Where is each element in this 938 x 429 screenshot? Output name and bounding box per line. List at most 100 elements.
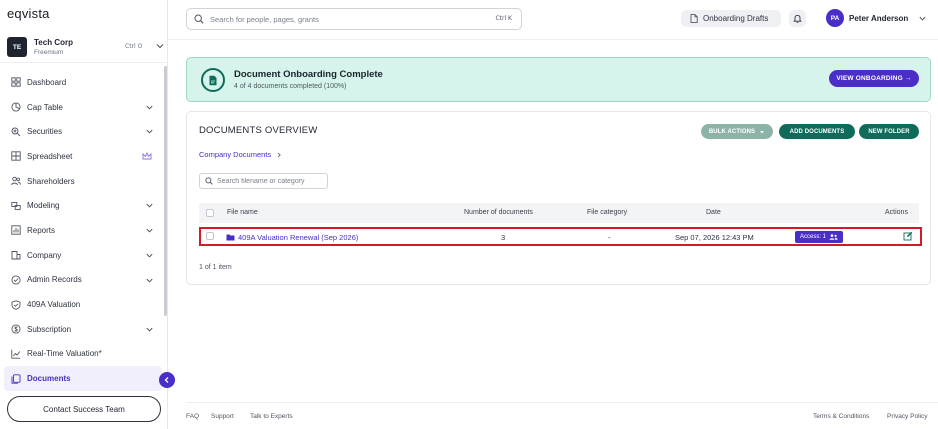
drafts-label: Onboarding Drafts (703, 14, 769, 23)
footer-link-support[interactable]: Support (211, 413, 234, 420)
onboarding-drafts-button[interactable]: Onboarding Drafts (681, 10, 781, 27)
row-checkbox[interactable] (206, 232, 214, 240)
footer-link-talk-to-experts[interactable]: Talk to Experts (250, 413, 293, 420)
banner-subtitle: 4 of 4 documents completed (100%) (234, 83, 347, 90)
add-documents-button[interactable]: ADD DOCUMENTS (779, 124, 855, 139)
sidebar-item-409a-valuation[interactable]: 409A Valuation (4, 292, 162, 317)
user-name: Peter Anderson (849, 13, 909, 23)
table-header: File name Number of documents File categ… (199, 203, 919, 223)
chevron-down-icon (146, 130, 153, 134)
footer-link-faq[interactable]: FAQ (186, 413, 199, 420)
avatar: PA (826, 9, 844, 27)
pie-chart-icon (11, 102, 21, 112)
file-name[interactable]: 409A Valuation Renewal (Sep 2026) (238, 233, 358, 242)
sidebar-nav: Dashboard Cap Table Securities Spreadshe… (4, 70, 162, 391)
sidebar-item-label: Real-Time Valuation* (27, 349, 102, 359)
file-name-cell[interactable]: 409A Valuation Renewal (Sep 2026) (226, 233, 358, 242)
page-title: DOCUMENTS OVERVIEW (199, 125, 318, 136)
document-check-icon (201, 68, 225, 92)
sidebar-item-admin-records[interactable]: Admin Records (4, 268, 162, 293)
banner-title: Document Onboarding Complete (234, 69, 383, 80)
sidebar-item-label: Shareholders (27, 176, 75, 186)
sidebar-item-company[interactable]: Company (4, 243, 162, 268)
shield-check-icon (11, 299, 21, 310)
securities-icon (11, 127, 21, 137)
sidebar-item-shareholders[interactable]: Shareholders (4, 169, 162, 194)
breadcrumb[interactable]: Company Documents (199, 150, 282, 159)
document-filter[interactable] (199, 173, 328, 189)
sidebar-item-securities[interactable]: Securities (4, 119, 162, 144)
divider (0, 62, 168, 63)
column-file-category[interactable]: File category (587, 209, 627, 216)
sidebar-item-subscription[interactable]: Subscription (4, 317, 162, 342)
dashboard-icon (11, 77, 21, 87)
crown-icon (142, 152, 152, 160)
contact-success-team-button[interactable]: Contact Success Team (7, 396, 161, 422)
reports-icon (11, 225, 21, 236)
bell-icon (793, 14, 802, 23)
column-number-of-documents[interactable]: Number of documents (464, 209, 533, 216)
pagination-summary: 1 of 1 item (199, 264, 232, 271)
divider (186, 402, 938, 403)
chevron-down-icon (146, 105, 153, 110)
documents-overview-card: DOCUMENTS OVERVIEW BULK ACTIONS ADD DOCU… (186, 111, 931, 285)
footer-link-privacy[interactable]: Privacy Policy (887, 413, 927, 420)
sidebar-scrollbar[interactable] (164, 66, 167, 316)
column-file-name[interactable]: File name (227, 209, 258, 216)
eqvista-logo[interactable]: eqvista (7, 6, 50, 21)
search-icon (194, 14, 204, 24)
footer-link-terms[interactable]: Terms & Conditions (813, 413, 869, 420)
modeling-icon (11, 201, 21, 211)
admin-records-icon (11, 275, 21, 285)
divider (168, 39, 938, 40)
sidebar-item-label: Dashboard (27, 77, 67, 87)
sidebar-item-spreadsheet[interactable]: Spreadsheet (4, 144, 162, 169)
search-shortcut: Ctrl K (495, 15, 512, 22)
chevron-down-icon (146, 204, 153, 208)
chevron-down-icon (146, 228, 153, 233)
sidebar-item-modeling[interactable]: Modeling (4, 193, 162, 218)
users-icon (11, 176, 21, 186)
sidebar-item-cap-table[interactable]: Cap Table (4, 95, 162, 120)
sidebar-item-label: Modeling (27, 201, 60, 211)
sidebar-item-reports[interactable]: Reports (4, 218, 162, 243)
user-menu[interactable]: PA Peter Anderson (826, 9, 927, 27)
chevron-down-icon (146, 278, 153, 283)
folder-icon (226, 234, 235, 241)
file-date: Sep 07, 2026 12:43 PM (675, 233, 754, 242)
view-onboarding-button[interactable]: VIEW ONBOARDING → (829, 70, 919, 87)
company-switcher[interactable]: TE Tech Corp Freemium Ctrl O (7, 36, 165, 58)
search-input[interactable] (210, 14, 470, 24)
table-row[interactable]: 409A Valuation Renewal (Sep 2026) 3 - Se… (199, 227, 922, 246)
collapse-sidebar-button[interactable] (159, 372, 175, 388)
search-icon (205, 177, 213, 185)
sidebar-item-label: Documents (27, 374, 71, 384)
notifications-button[interactable] (789, 10, 806, 27)
sidebar-item-real-time-valuation[interactable]: Real-Time Valuation* (4, 342, 162, 367)
bulk-actions-button[interactable]: BULK ACTIONS (701, 124, 773, 139)
file-icon (690, 14, 698, 23)
edit-icon[interactable] (903, 231, 913, 241)
company-name: Tech Corp (34, 37, 73, 47)
chevron-left-icon (164, 377, 169, 383)
sidebar-item-label: Subscription (27, 324, 72, 334)
users-icon (829, 234, 838, 240)
chevron-down-icon (146, 327, 153, 332)
access-badge[interactable]: Access: 1 (795, 231, 844, 243)
new-folder-button[interactable]: NEW FOLDER (859, 124, 919, 139)
sidebar-item-documents[interactable]: Documents (4, 366, 162, 391)
filter-input[interactable] (217, 177, 325, 185)
global-search[interactable]: Ctrl K (186, 8, 522, 30)
sidebar-item-label: Company (27, 250, 62, 260)
select-all-checkbox[interactable] (206, 209, 214, 217)
breadcrumb-company-documents[interactable]: Company Documents (199, 150, 271, 159)
sidebar-item-label: Securities (27, 127, 63, 137)
chevron-down-icon (919, 16, 926, 21)
column-actions: Actions (885, 209, 908, 216)
sidebar-item-dashboard[interactable]: Dashboard (4, 70, 162, 95)
sidebar: eqvista TE Tech Corp Freemium Ctrl O Das… (0, 0, 175, 429)
sidebar-item-label: 409A Valuation (27, 300, 81, 310)
column-date[interactable]: Date (706, 209, 721, 216)
chevron-down-icon[interactable] (155, 41, 165, 51)
sidebar-item-label: Spreadsheet (27, 151, 73, 161)
